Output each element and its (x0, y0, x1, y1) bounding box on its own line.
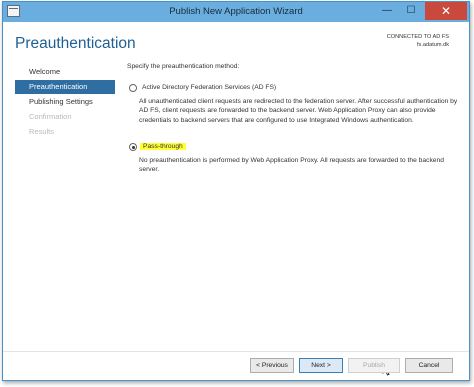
wizard-window: Publish New Application Wizard — ☐ ✕ Pre… (2, 1, 470, 381)
minimize-button[interactable]: — (375, 2, 399, 20)
pass-through-description: No preauthentication is performed by Web… (139, 157, 444, 174)
connection-status: CONNECTED TO AD FS (386, 34, 449, 40)
previous-button[interactable]: < Previous (250, 358, 294, 373)
sidebar-item-welcome[interactable]: Welcome (15, 65, 115, 79)
radio-option-pass-through[interactable]: Pass-through (129, 142, 449, 154)
adfs-radio-button[interactable] (129, 84, 137, 92)
close-button[interactable]: ✕ (425, 2, 467, 20)
page-title: Preauthentication (15, 35, 136, 52)
sidebar-item-preauthentication[interactable]: Preauthentication (15, 80, 115, 94)
pass-through-radio-button[interactable] (129, 143, 137, 151)
next-button[interactable]: Next > (299, 358, 392, 376)
sidebar-item-confirmation: Confirmation (29, 112, 72, 121)
wizard-footer: < Previous Next > Publish Cancel (3, 351, 469, 380)
connection-info: CONNECTED TO AD FS fs.adatum.dk (387, 33, 449, 49)
cancel-button[interactable]: Cancel (405, 358, 453, 373)
adfs-radio-label[interactable]: Active Directory Federation Services (AD… (142, 84, 276, 91)
wizard-steps-sidebar: Welcome Preauthentication Publishing Set… (15, 65, 115, 140)
instruction-text: Specify the preauthentication method: (127, 63, 240, 70)
wizard-header: Preauthentication CONNECTED TO AD FS fs.… (3, 22, 469, 68)
sidebar-item-results: Results (29, 127, 55, 136)
server-name: fs.adatum.dk (416, 42, 449, 48)
adfs-description: All unauthenticated client requests are … (139, 98, 458, 124)
publish-button: Publish (348, 358, 400, 373)
title-bar[interactable]: Publish New Application Wizard — ☐ ✕ (3, 2, 469, 22)
maximize-button[interactable]: ☐ (399, 2, 423, 20)
next-button-label: Next > (311, 362, 331, 369)
pass-through-radio-label[interactable]: Pass-through (140, 143, 186, 150)
radio-option-adfs[interactable]: Active Directory Federation Services (AD… (129, 83, 449, 95)
sidebar-item-publishing-settings[interactable]: Publishing Settings (15, 95, 115, 109)
